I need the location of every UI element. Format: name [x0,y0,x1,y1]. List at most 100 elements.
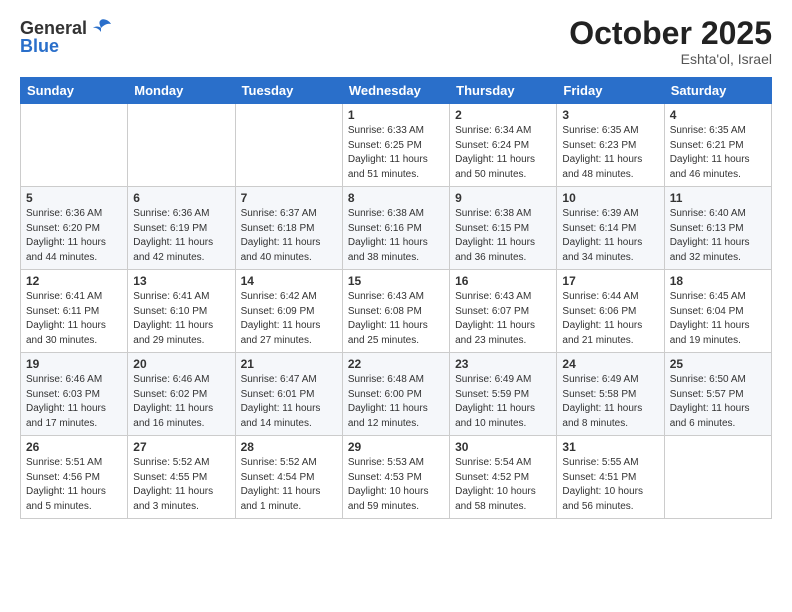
day-header-tuesday: Tuesday [235,78,342,104]
day-number: 4 [670,108,766,122]
calendar-cell: 27 Sunrise: 5:52 AM Sunset: 4:55 PM Dayli… [128,436,235,519]
cell-info: Sunrise: 6:50 AM Sunset: 5:57 PM Dayligh… [670,373,766,431]
calendar-table: SundayMondayTuesdayWednesdayThursdayFrid… [20,77,772,519]
calendar-cell: 14Sunrise: 6:42 AM Sunset: 6:09 PM Dayli… [235,270,342,353]
day-header-wednesday: Wednesday [342,78,449,104]
cell-info: Sunrise: 6:38 AM Sunset: 6:15 PM Dayligh… [455,207,551,265]
page-header: General Blue October 2025 Eshta'ol, Isra… [20,16,772,67]
day-number: 18 [670,274,766,288]
day-header-thursday: Thursday [450,78,557,104]
cell-info: Sunrise: 6:49 AM Sunset: 5:58 PM Dayligh… [562,373,658,431]
calendar-cell: 26 Sunrise: 5:51 AM Sunset: 4:56 PM Dayli… [21,436,128,519]
calendar-cell: 28Sunrise: 5:52 AM Sunset: 4:54 PM Dayli… [235,436,342,519]
calendar-cell: 31 Sunrise: 5:55 AM Sunset: 4:51 PM Dayli… [557,436,664,519]
calendar-cell: 5 Sunrise: 6:36 AM Sunset: 6:20 PM Daylig… [21,187,128,270]
calendar-cell: 9 Sunrise: 6:38 AM Sunset: 6:15 PM Daylig… [450,187,557,270]
day-number: 12 [26,274,122,288]
day-header-saturday: Saturday [664,78,771,104]
cell-info: Sunrise: 6:35 AM Sunset: 6:23 PM Dayligh… [562,124,658,182]
calendar-cell: 2 Sunrise: 6:34 AM Sunset: 6:24 PM Daylig… [450,104,557,187]
day-number: 11 [670,191,766,205]
cell-info: Sunrise: 6:41 AM Sunset: 6:10 PM Dayligh… [133,290,229,348]
calendar-cell: 20Sunrise: 6:46 AM Sunset: 6:02 PM Dayli… [128,353,235,436]
calendar-cell [235,104,342,187]
cell-info: Sunrise: 6:38 AM Sunset: 6:16 PM Dayligh… [348,207,444,265]
day-number: 27 [133,440,229,454]
day-number: 2 [455,108,551,122]
day-header-friday: Friday [557,78,664,104]
cell-info: Sunrise: 6:36 AM Sunset: 6:20 PM Dayligh… [26,207,122,265]
cell-info: Sunrise: 6:42 AM Sunset: 6:09 PM Dayligh… [241,290,337,348]
cell-info: Sunrise: 5:52 AM Sunset: 4:54 PM Dayligh… [241,456,337,514]
calendar-cell: 8 Sunrise: 6:38 AM Sunset: 6:16 PM Daylig… [342,187,449,270]
calendar-cell: 22Sunrise: 6:48 AM Sunset: 6:00 PM Dayli… [342,353,449,436]
calendar-header-row: SundayMondayTuesdayWednesdayThursdayFrid… [21,78,772,104]
cell-info: Sunrise: 6:34 AM Sunset: 6:24 PM Dayligh… [455,124,551,182]
day-header-sunday: Sunday [21,78,128,104]
day-number: 8 [348,191,444,205]
calendar-week-2: 5 Sunrise: 6:36 AM Sunset: 6:20 PM Daylig… [21,187,772,270]
day-number: 17 [562,274,658,288]
calendar-cell: 15 Sunrise: 6:43 AM Sunset: 6:08 PM Dayli… [342,270,449,353]
cell-info: Sunrise: 6:33 AM Sunset: 6:25 PM Dayligh… [348,124,444,182]
calendar-cell: 4 Sunrise: 6:35 AM Sunset: 6:21 PM Daylig… [664,104,771,187]
calendar-body: 1 Sunrise: 6:33 AM Sunset: 6:25 PM Daylig… [21,104,772,519]
calendar-cell: 18 Sunrise: 6:45 AM Sunset: 6:04 PM Dayli… [664,270,771,353]
calendar-cell: 19Sunrise: 6:46 AM Sunset: 6:03 PM Dayli… [21,353,128,436]
cell-info: Sunrise: 6:35 AM Sunset: 6:21 PM Dayligh… [670,124,766,182]
title-block: October 2025 Eshta'ol, Israel [569,16,772,67]
cell-info: Sunrise: 5:55 AM Sunset: 4:51 PM Dayligh… [562,456,658,514]
calendar-week-4: 19Sunrise: 6:46 AM Sunset: 6:03 PM Dayli… [21,353,772,436]
day-number: 30 [455,440,551,454]
calendar-cell: 29Sunrise: 5:53 AM Sunset: 4:53 PM Dayli… [342,436,449,519]
calendar-week-3: 12 Sunrise: 6:41 AM Sunset: 6:11 PM Dayli… [21,270,772,353]
calendar-cell [21,104,128,187]
day-number: 21 [241,357,337,371]
calendar-cell: 25 Sunrise: 6:50 AM Sunset: 5:57 PM Dayli… [664,353,771,436]
cell-info: Sunrise: 6:41 AM Sunset: 6:11 PM Dayligh… [26,290,122,348]
day-header-monday: Monday [128,78,235,104]
day-number: 5 [26,191,122,205]
cell-info: Sunrise: 5:52 AM Sunset: 4:55 PM Dayligh… [133,456,229,514]
calendar-cell: 1 Sunrise: 6:33 AM Sunset: 6:25 PM Daylig… [342,104,449,187]
calendar-cell: 11Sunrise: 6:40 AM Sunset: 6:13 PM Dayli… [664,187,771,270]
cell-info: Sunrise: 6:43 AM Sunset: 6:08 PM Dayligh… [348,290,444,348]
cell-info: Sunrise: 5:54 AM Sunset: 4:52 PM Dayligh… [455,456,551,514]
location: Eshta'ol, Israel [569,51,772,67]
calendar-cell: 23Sunrise: 6:49 AM Sunset: 5:59 PM Dayli… [450,353,557,436]
cell-info: Sunrise: 6:43 AM Sunset: 6:07 PM Dayligh… [455,290,551,348]
calendar-cell: 24 Sunrise: 6:49 AM Sunset: 5:58 PM Dayli… [557,353,664,436]
cell-info: Sunrise: 6:46 AM Sunset: 6:03 PM Dayligh… [26,373,122,431]
logo-bird-icon [89,16,113,40]
calendar-cell: 30 Sunrise: 5:54 AM Sunset: 4:52 PM Dayli… [450,436,557,519]
logo: General Blue [20,16,113,57]
calendar-cell: 17Sunrise: 6:44 AM Sunset: 6:06 PM Dayli… [557,270,664,353]
day-number: 1 [348,108,444,122]
day-number: 6 [133,191,229,205]
cell-info: Sunrise: 5:53 AM Sunset: 4:53 PM Dayligh… [348,456,444,514]
day-number: 16 [455,274,551,288]
day-number: 15 [348,274,444,288]
calendar-cell: 12 Sunrise: 6:41 AM Sunset: 6:11 PM Dayli… [21,270,128,353]
day-number: 3 [562,108,658,122]
calendar-week-5: 26 Sunrise: 5:51 AM Sunset: 4:56 PM Dayli… [21,436,772,519]
day-number: 24 [562,357,658,371]
calendar-cell: 6 Sunrise: 6:36 AM Sunset: 6:19 PM Daylig… [128,187,235,270]
cell-info: Sunrise: 6:36 AM Sunset: 6:19 PM Dayligh… [133,207,229,265]
cell-info: Sunrise: 6:39 AM Sunset: 6:14 PM Dayligh… [562,207,658,265]
calendar-cell: 16 Sunrise: 6:43 AM Sunset: 6:07 PM Dayli… [450,270,557,353]
day-number: 7 [241,191,337,205]
cell-info: Sunrise: 6:45 AM Sunset: 6:04 PM Dayligh… [670,290,766,348]
day-number: 31 [562,440,658,454]
day-number: 22 [348,357,444,371]
day-number: 10 [562,191,658,205]
day-number: 9 [455,191,551,205]
day-number: 25 [670,357,766,371]
calendar-cell: 21Sunrise: 6:47 AM Sunset: 6:01 PM Dayli… [235,353,342,436]
calendar-cell: 13Sunrise: 6:41 AM Sunset: 6:10 PM Dayli… [128,270,235,353]
calendar-cell: 10 Sunrise: 6:39 AM Sunset: 6:14 PM Dayli… [557,187,664,270]
calendar-week-1: 1 Sunrise: 6:33 AM Sunset: 6:25 PM Daylig… [21,104,772,187]
calendar-cell: 7Sunrise: 6:37 AM Sunset: 6:18 PM Daylig… [235,187,342,270]
day-number: 26 [26,440,122,454]
cell-info: Sunrise: 5:51 AM Sunset: 4:56 PM Dayligh… [26,456,122,514]
